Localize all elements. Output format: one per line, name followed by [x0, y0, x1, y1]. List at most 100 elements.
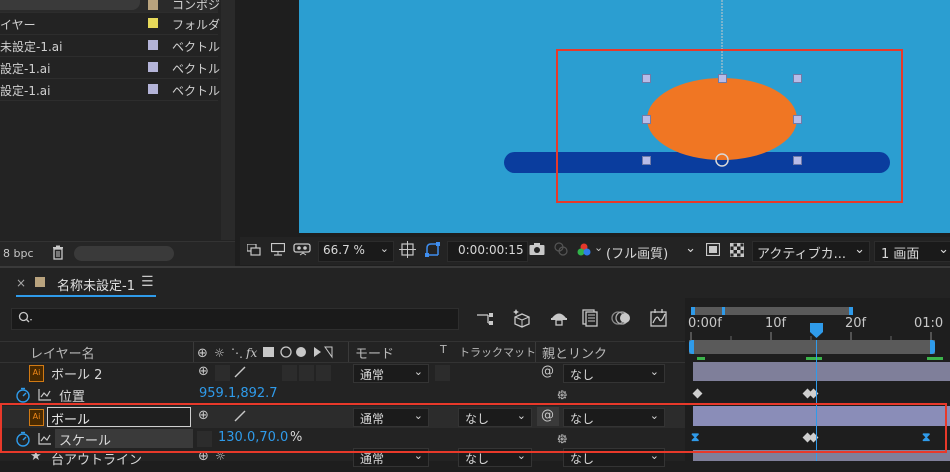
active-tab-indicator [16, 295, 156, 297]
property-value[interactable]: 959.1,892.7 [199, 386, 278, 401]
stopwatch-icon[interactable] [15, 387, 31, 403]
ai-file-icon: Ai [29, 365, 44, 382]
color-channel-icon[interactable] [576, 242, 592, 258]
layer-row[interactable]: Ai ボール 2 ⊕ 通常 ⌄ @ なし ⌄ [0, 362, 685, 384]
camera-snapshot-icon[interactable] [529, 242, 545, 256]
current-time-field[interactable]: 0:00:00:15 [447, 241, 528, 262]
parent-dropdown[interactable]: なし ⌄ [563, 364, 665, 383]
composition-flowchart-icon[interactable] [476, 310, 494, 326]
switch-cell[interactable] [282, 365, 297, 381]
work-area-start[interactable] [689, 340, 694, 354]
composition-canvas[interactable] [299, 0, 950, 233]
work-area-bar[interactable] [689, 340, 935, 354]
bbox-handle[interactable] [793, 156, 802, 165]
label-color-swatch[interactable] [148, 18, 158, 28]
monitor-icon[interactable] [270, 242, 286, 256]
pick-whip-icon[interactable]: @ [541, 364, 554, 379]
switch-cell[interactable] [215, 365, 230, 381]
chevron-down-icon: ⌄ [938, 242, 949, 257]
playhead-handle[interactable] [809, 322, 824, 339]
preserve-transparency-cell[interactable] [435, 365, 450, 381]
project-row-1[interactable]: イヤー フォルダ [0, 13, 220, 35]
menu-icon[interactable]: ☰ [141, 274, 154, 290]
project-item-type: コンポジ [172, 0, 221, 12]
navigator-start-handle[interactable] [691, 307, 695, 315]
frame-blending-icon[interactable] [582, 309, 598, 327]
label-color-swatch[interactable] [148, 62, 158, 72]
view-layout-dropdown[interactable]: 1 画面 ⌄ [874, 241, 950, 262]
column-track-matte[interactable]: トラックマット [459, 344, 536, 360]
bit-depth-button[interactable]: 8 bpc [3, 247, 34, 260]
show-snapshot-icon[interactable] [553, 241, 569, 257]
layer-name[interactable]: ボール 2 [51, 364, 102, 383]
cache-indicator [697, 357, 705, 360]
project-item-name: 設定-1.ai [0, 62, 51, 76]
layer-row[interactable]: ★ 台アウトライン ⊕ ☼ 通常 ⌄ なし ⌄ なし ⌄ [0, 448, 685, 472]
navigator-marker [722, 307, 725, 315]
blend-mode-dropdown[interactable]: 通常 ⌄ [353, 364, 429, 383]
highlight-box [0, 403, 947, 453]
navigator-end-handle[interactable] [849, 307, 853, 315]
trash-icon[interactable] [52, 245, 64, 260]
grid-guide-icon[interactable] [399, 241, 417, 259]
keyframe[interactable] [692, 388, 703, 399]
search-input[interactable] [11, 308, 459, 330]
column-layer-name[interactable]: レイヤー名 [30, 343, 95, 362]
label-color-swatch[interactable] [148, 84, 158, 94]
column-mode[interactable]: モード [355, 343, 394, 362]
resolution-value: (フル画質) [606, 247, 669, 262]
quality-switch-icon[interactable] [233, 365, 247, 379]
composition-viewer [240, 0, 950, 237]
zoom-dropdown[interactable]: 66.7 % ⌄ [318, 241, 394, 262]
column-divider [348, 342, 349, 362]
motion-blur-icon[interactable] [611, 309, 631, 327]
project-row-3[interactable]: 設定-1.ai ベクトル [0, 57, 221, 79]
viewer-toolbar: 66.7 % ⌄ 0:00:00:15 ⌄ (フル画質) ⌄ アクティブカ...… [240, 237, 950, 265]
project-item-type: ベクトル [172, 62, 221, 76]
draft-3d-icon[interactable] [512, 308, 532, 328]
layer-duration-bar[interactable] [693, 362, 950, 381]
project-footer: 8 bpc [0, 241, 235, 266]
resolution-dropdown[interactable]: (フル画質) ⌄ [604, 241, 698, 262]
timeline-tab-title[interactable]: 名称未設定-1 [57, 275, 135, 294]
bbox-handle[interactable] [793, 115, 802, 124]
close-icon[interactable]: × [16, 276, 26, 290]
transparency-grid-icon[interactable] [729, 242, 745, 258]
graph-icon[interactable] [38, 388, 52, 401]
vr-glasses-icon[interactable] [293, 242, 313, 256]
always-preview-icon[interactable] [246, 243, 261, 256]
project-item-name: 設定-1.ai [0, 84, 51, 98]
chevron-down-icon[interactable]: ⌄ [594, 241, 603, 254]
view-layout-value: 1 画面 [881, 247, 920, 262]
bbox-handle[interactable] [642, 115, 651, 124]
label-color-swatch[interactable] [148, 0, 158, 10]
column-t[interactable]: T [440, 343, 447, 356]
bbox-handle[interactable] [718, 74, 727, 83]
blend-mode-value: 通常 [360, 368, 385, 382]
project-scrollbar[interactable] [221, 0, 235, 240]
chevron-down-icon: ⌄ [379, 242, 389, 255]
project-scroll-thumb[interactable] [74, 246, 174, 261]
active-camera-dropdown[interactable]: アクティブカ... ⌄ [752, 241, 870, 262]
column-parent[interactable]: 親とリンク [542, 343, 607, 362]
shy-switch-icon[interactable]: ⊕ [198, 364, 209, 379]
bbox-handle[interactable] [793, 74, 802, 83]
bbox-handle[interactable] [642, 74, 651, 83]
label-color-swatch[interactable] [148, 40, 158, 50]
bbox-handle[interactable] [642, 156, 651, 165]
shy-layers-icon[interactable] [549, 309, 569, 327]
project-row-0[interactable]: コンポジ [0, 0, 221, 13]
work-area-navigator[interactable] [691, 307, 853, 315]
svg-text:fx: fx [245, 346, 257, 359]
project-row-4[interactable]: 設定-1.ai ベクトル [0, 79, 220, 101]
mask-path-icon[interactable] [424, 241, 442, 259]
column-divider [535, 342, 536, 362]
project-row-2[interactable]: 未設定-1.ai ベクトル [0, 35, 220, 57]
chevron-down-icon: ⌄ [685, 241, 696, 256]
project-panel: コンポジ イヤー フォルダ 未設定-1.ai ベクトル 設定-1.ai ベクトル… [0, 0, 235, 265]
region-of-interest-icon[interactable] [705, 242, 721, 257]
work-area-end[interactable] [930, 340, 935, 354]
switch-cell[interactable] [316, 365, 331, 381]
switch-cell[interactable] [299, 365, 314, 381]
graph-editor-icon[interactable] [649, 308, 669, 328]
